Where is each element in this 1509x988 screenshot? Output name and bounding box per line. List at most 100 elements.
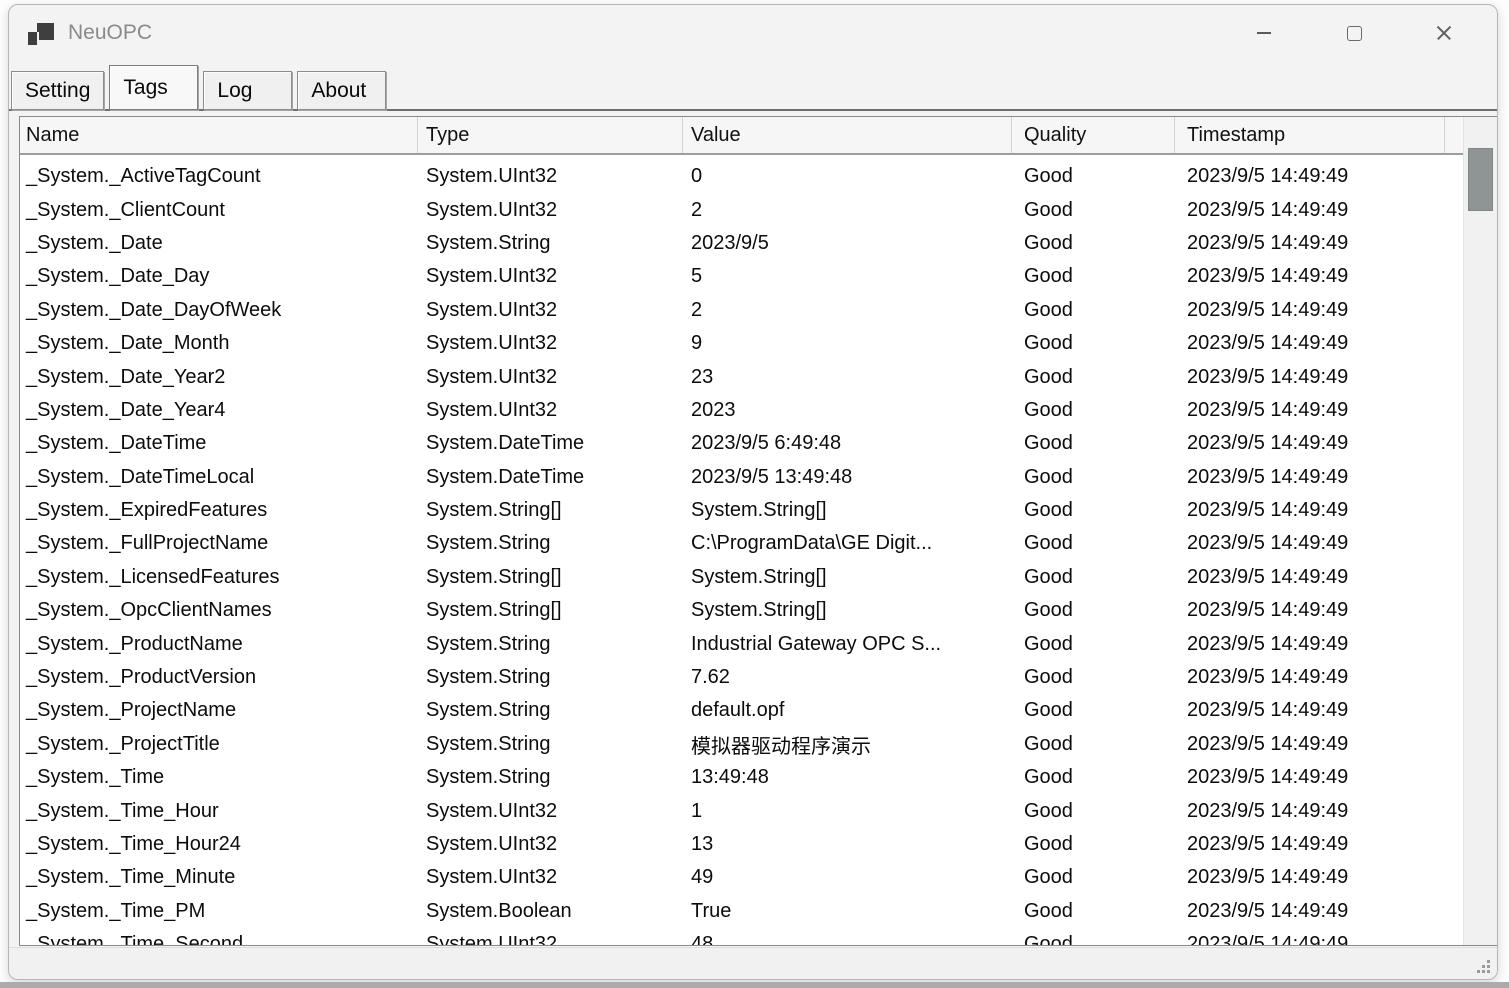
cell-type: System.String <box>418 532 683 555</box>
cell-name: _System._Time_Hour <box>20 800 418 823</box>
cell-type: System.UInt32 <box>418 299 683 322</box>
cell-quality: Good <box>1012 165 1175 188</box>
cell-type: System.String <box>418 633 683 656</box>
table-row[interactable]: _System._ClientCountSystem.UInt322Good20… <box>20 193 1464 226</box>
cell-quality: Good <box>1012 866 1175 889</box>
table-row[interactable]: _System._Time_PMSystem.BooleanTrueGood20… <box>20 895 1464 928</box>
cell-name: _System._DateTimeLocal <box>20 466 418 489</box>
minimize-button[interactable] <box>1219 6 1309 60</box>
table-row[interactable]: _System._Time_HourSystem.UInt321Good2023… <box>20 794 1464 827</box>
table-row[interactable]: _System._Date_DayOfWeekSystem.UInt322Goo… <box>20 294 1464 327</box>
cell-name: _System._Date <box>20 232 418 255</box>
cell-name: _System._Time_PM <box>20 900 418 923</box>
cell-value: Industrial Gateway OPC S... <box>683 633 1012 656</box>
table-row[interactable]: _System._ProjectTitleSystem.String模拟器驱动程… <box>20 728 1464 761</box>
cell-value: 7.62 <box>683 666 1012 689</box>
table-row[interactable]: _System._ProductNameSystem.StringIndustr… <box>20 627 1464 660</box>
table-row[interactable]: _System._Time_Hour24System.UInt3213Good2… <box>20 828 1464 861</box>
cell-name: _System._Date_Month <box>20 332 418 355</box>
cell-value: 模拟器驱动程序演示 <box>683 730 1012 759</box>
cell-type: System.UInt32 <box>418 265 683 288</box>
cell-quality: Good <box>1012 800 1175 823</box>
table-row[interactable]: _System._DateTimeSystem.DateTime2023/9/5… <box>20 427 1464 460</box>
table-row[interactable]: _System._Date_DaySystem.UInt325Good2023/… <box>20 260 1464 293</box>
cell-value: 2 <box>683 199 1012 222</box>
tab-bar: SettingTagsLogAbout <box>9 62 1497 112</box>
cell-quality: Good <box>1012 466 1175 489</box>
cell-name: _System._FullProjectName <box>20 532 418 555</box>
cell-timestamp: 2023/9/5 14:49:49 <box>1175 766 1445 789</box>
app-window: NeuOPC SettingTagsLogAbout Name Type Val… <box>8 4 1498 980</box>
table-row[interactable]: _System._Date_Year2System.UInt3223Good20… <box>20 360 1464 393</box>
cell-quality: Good <box>1012 833 1175 856</box>
close-button[interactable] <box>1399 6 1489 60</box>
column-header-timestamp[interactable]: Timestamp <box>1175 117 1445 153</box>
table-row[interactable]: _System._ProjectNameSystem.Stringdefault… <box>20 694 1464 727</box>
column-header-name[interactable]: Name <box>20 117 418 153</box>
maximize-button[interactable] <box>1309 6 1399 60</box>
table-row[interactable]: _System._LicensedFeatures System.String[]… <box>20 561 1464 594</box>
tab-setting[interactable]: Setting <box>11 71 104 110</box>
table-row[interactable]: _System._Time_MinuteSystem.UInt3249Good2… <box>20 861 1464 894</box>
cell-quality: Good <box>1012 432 1175 455</box>
scrollbar-thumb[interactable] <box>1468 148 1493 211</box>
cell-quality: Good <box>1012 399 1175 422</box>
cell-value: 13:49:48 <box>683 766 1012 789</box>
cell-value: System.String[] <box>683 566 1012 589</box>
cell-value: System.String[] <box>683 499 1012 522</box>
table-row[interactable]: _System._DateSystem.String2023/9/5Good20… <box>20 227 1464 260</box>
cell-timestamp: 2023/9/5 14:49:49 <box>1175 299 1445 322</box>
column-header-quality[interactable]: Quality <box>1012 117 1175 153</box>
cell-quality: Good <box>1012 599 1175 622</box>
cell-type: System.String[] <box>418 599 683 622</box>
cell-name: _System._ActiveTagCount <box>20 165 418 188</box>
cell-name: _System._DateTime <box>20 432 418 455</box>
table-row[interactable]: _System._ProductVersionSystem.String7.62… <box>20 661 1464 694</box>
cell-type: System.String[] <box>418 499 683 522</box>
cell-timestamp: 2023/9/5 14:49:49 <box>1175 666 1445 689</box>
cell-type: System.String <box>418 699 683 722</box>
tab-about[interactable]: About <box>297 71 386 110</box>
cell-type: System.UInt32 <box>418 933 683 945</box>
cell-name: _System._Time_Second <box>20 933 418 945</box>
cell-timestamp: 2023/9/5 14:49:49 <box>1175 900 1445 923</box>
cell-name: _System._Date_Year4 <box>20 399 418 422</box>
column-header-value[interactable]: Value <box>683 117 1012 153</box>
tab-tags[interactable]: Tags <box>109 65 198 110</box>
resize-grip[interactable] <box>1475 958 1490 973</box>
cell-type: System.UInt32 <box>418 866 683 889</box>
table-row[interactable]: _System._FullProjectNameSystem.StringC:\… <box>20 527 1464 560</box>
cell-quality: Good <box>1012 366 1175 389</box>
table-row[interactable]: _System._Date_MonthSystem.UInt329Good202… <box>20 327 1464 360</box>
cell-value: 48 <box>683 933 1012 945</box>
tab-strip: SettingTagsLogAbout <box>11 65 386 110</box>
cell-value: System.String[] <box>683 599 1012 622</box>
table-row[interactable]: _System._ExpiredFeaturesSystem.String[]S… <box>20 494 1464 527</box>
cell-value: 5 <box>683 265 1012 288</box>
cell-quality: Good <box>1012 299 1175 322</box>
table-row[interactable]: _System._Time_SecondSystem.UInt3248Good2… <box>20 928 1464 945</box>
cell-name: _System._LicensedFeatures <box>20 566 418 589</box>
cell-timestamp: 2023/9/5 14:49:49 <box>1175 933 1445 945</box>
table-row[interactable]: _System._Date_Year4System.UInt322023Good… <box>20 394 1464 427</box>
cell-quality: Good <box>1012 766 1175 789</box>
cell-value: 13 <box>683 833 1012 856</box>
vertical-scrollbar[interactable] <box>1463 117 1497 945</box>
table-row[interactable]: _System._OpcClientNamesSystem.String[]Sy… <box>20 594 1464 627</box>
cell-quality: Good <box>1012 332 1175 355</box>
cell-value: True <box>683 900 1012 923</box>
tab-log[interactable]: Log <box>203 71 292 110</box>
cell-quality: Good <box>1012 566 1175 589</box>
column-header-type[interactable]: Type <box>418 117 683 153</box>
cell-quality: Good <box>1012 265 1175 288</box>
cell-name: _System._Time <box>20 766 418 789</box>
cell-type: System.Boolean <box>418 900 683 923</box>
cell-name: _System._ExpiredFeatures <box>20 499 418 522</box>
table-row[interactable]: _System._ActiveTagCountSystem.UInt320Goo… <box>20 160 1464 193</box>
table-row[interactable]: _System._DateTimeLocalSystem.DateTime202… <box>20 461 1464 494</box>
cell-timestamp: 2023/9/5 14:49:49 <box>1175 633 1445 656</box>
cell-name: _System._Time_Minute <box>20 866 418 889</box>
cell-name: _System._ProjectName <box>20 699 418 722</box>
cell-value: 2 <box>683 299 1012 322</box>
table-row[interactable]: _System._TimeSystem.String13:49:48Good20… <box>20 761 1464 794</box>
